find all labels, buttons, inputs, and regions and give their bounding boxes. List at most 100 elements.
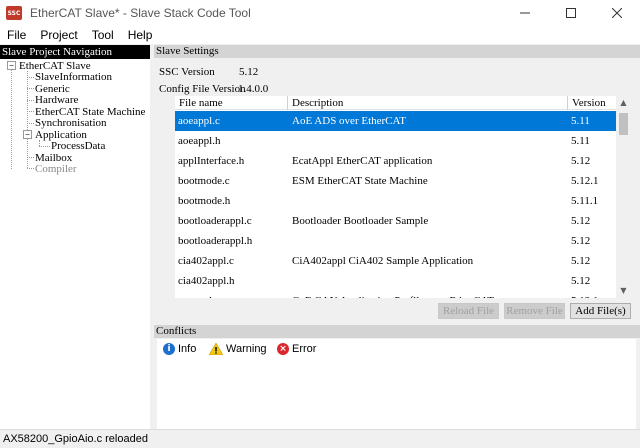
scroll-up-icon[interactable]: ▲	[616, 96, 631, 110]
file-name-cell: aoeappl.h	[178, 135, 221, 147]
file-name-cell: bootmode.h	[178, 195, 231, 207]
minimize-icon	[520, 12, 530, 14]
navigation-header: Slave Project Navigation	[0, 45, 150, 59]
maximize-icon	[566, 8, 576, 18]
description-cell: EcatAppl EtherCAT application	[292, 155, 433, 167]
version-cell: 5.12.1	[571, 175, 599, 187]
slave-settings-header: Slave Settings	[154, 45, 640, 58]
add-files-button[interactable]: Add File(s)	[570, 303, 631, 319]
info-icon: i	[163, 343, 175, 355]
file-name-cell: aoeappl.c	[178, 115, 220, 127]
warning-icon	[209, 343, 223, 355]
conflicts-header: Conflicts	[154, 325, 640, 338]
table-row[interactable]: coeappl.c CoE CAN Application Profile ove…	[175, 291, 616, 298]
version-cell: 5.11	[571, 135, 590, 147]
table-row[interactable]: bootmode.h 5.11.1	[175, 191, 616, 211]
panel-splitter[interactable]	[150, 45, 154, 429]
window-title: EtherCAT Slave* - Slave Stack Code Tool	[30, 6, 251, 20]
ssc-version-label: SSC Version	[159, 66, 215, 78]
error-label: Error	[292, 343, 317, 355]
description-cell: CiA402appl CiA402 Sample Application	[292, 255, 474, 267]
column-header-version[interactable]: Version	[568, 96, 616, 110]
maximize-button[interactable]	[548, 0, 594, 26]
config-file-version-value: 1.4.0.0	[238, 83, 269, 95]
tree-connector	[27, 168, 34, 169]
scrollbar-thumb[interactable]	[619, 113, 628, 135]
table-row[interactable]: aoeappl.c AoE ADS over EtherCAT 5.11	[175, 111, 616, 131]
menu-project[interactable]: Project	[33, 28, 84, 42]
config-file-version-label: Config File Version	[159, 83, 246, 95]
status-bar: AX58200_GpioAio.c reloaded	[0, 429, 640, 448]
table-row[interactable]: applInterface.h EcatAppl EtherCAT applica…	[175, 151, 616, 171]
file-name-cell: bootmode.c	[178, 175, 230, 187]
version-cell: 5.12	[571, 155, 591, 167]
tree-item-processdata[interactable]: ProcessData	[51, 140, 105, 152]
file-name-cell: applInterface.h	[178, 155, 245, 167]
table-row[interactable]: bootloaderappl.h 5.12	[175, 231, 616, 251]
version-cell: 5.12.1	[571, 291, 599, 298]
tree-connector	[27, 71, 28, 168]
description-cell: AoE ADS over EtherCAT	[292, 115, 406, 127]
file-name-cell: bootloaderappl.c	[178, 215, 252, 227]
ssc-version-value: 5.12	[239, 66, 259, 78]
minimize-button[interactable]	[502, 0, 548, 26]
vertical-scrollbar[interactable]: ▲ ▼	[616, 96, 631, 298]
tree-item-synchronisation[interactable]: Synchronisation	[35, 117, 107, 129]
version-cell: 5.12	[571, 235, 591, 247]
tree-item-slaveinformation[interactable]: SlaveInformation	[35, 71, 112, 83]
error-icon: ×	[277, 343, 289, 355]
ssc-app-icon: SSC	[6, 6, 22, 20]
file-table: File name Description Version aoeappl.c A…	[175, 96, 631, 298]
close-icon	[612, 8, 622, 18]
version-cell: 5.12	[571, 215, 591, 227]
tree-connector	[27, 88, 34, 89]
tree-connector	[27, 100, 34, 101]
error-filter[interactable]: × Error	[277, 343, 316, 355]
version-cell: 5.12	[571, 275, 591, 287]
collapse-icon[interactable]: −	[23, 130, 32, 139]
menu-help[interactable]: Help	[121, 28, 160, 42]
warning-filter[interactable]: Warning	[209, 343, 267, 355]
file-name-cell: bootloaderappl.h	[178, 235, 253, 247]
info-filter[interactable]: i Info	[163, 343, 196, 355]
tree-item-hardware[interactable]: Hardware	[35, 94, 78, 106]
description-cell: Bootloader Bootloader Sample	[292, 215, 429, 227]
menu-bar: File Project Tool Help	[0, 26, 640, 44]
table-row[interactable]: cia402appl.h 5.12	[175, 271, 616, 291]
warning-label: Warning	[226, 343, 267, 355]
tree-connector	[27, 111, 34, 112]
description-cell: CoE CAN Application Profile over EtherCA…	[292, 291, 494, 298]
table-row[interactable]: bootloaderappl.c Bootloader Bootloader Sa…	[175, 211, 616, 231]
collapse-icon[interactable]: −	[7, 61, 16, 70]
version-cell: 5.11.1	[571, 195, 599, 207]
window-controls	[502, 0, 640, 26]
version-cell: 5.11	[571, 115, 590, 127]
column-header-file-name[interactable]: File name	[175, 96, 288, 110]
tree-connector	[27, 157, 34, 158]
conflicts-panel: i Info Warning × Error	[157, 339, 636, 429]
close-button[interactable]	[594, 0, 640, 26]
table-row[interactable]: bootmode.c ESM EtherCAT State Machine 5.12…	[175, 171, 616, 191]
menu-file[interactable]: File	[0, 28, 33, 42]
tree-connector	[39, 146, 50, 147]
tree-item-compiler[interactable]: Compiler	[35, 163, 77, 175]
table-header: File name Description Version	[175, 96, 616, 110]
tree-connector	[27, 77, 34, 78]
tree-connector	[11, 68, 12, 169]
table-row[interactable]: cia402appl.c CiA402appl CiA402 Sample App…	[175, 251, 616, 271]
scroll-down-icon[interactable]: ▼	[616, 284, 631, 298]
title-bar: SSC EtherCAT Slave* - Slave Stack Code T…	[0, 0, 640, 26]
file-name-cell: cia402appl.h	[178, 275, 235, 287]
tree-connector	[27, 123, 34, 124]
reload-file-button[interactable]: Reload File	[438, 303, 499, 319]
file-name-cell: coeappl.c	[178, 291, 220, 298]
table-row[interactable]: aoeappl.h 5.11	[175, 131, 616, 151]
info-label: Info	[178, 343, 197, 355]
version-cell: 5.12	[571, 255, 591, 267]
column-header-description[interactable]: Description	[288, 96, 568, 110]
navigation-tree: − EtherCAT Slave SlaveInformation Generi…	[0, 59, 150, 429]
description-cell: ESM EtherCAT State Machine	[292, 175, 428, 187]
menu-tool[interactable]: Tool	[85, 28, 121, 42]
file-name-cell: cia402appl.c	[178, 255, 234, 267]
remove-file-button[interactable]: Remove File	[504, 303, 565, 319]
